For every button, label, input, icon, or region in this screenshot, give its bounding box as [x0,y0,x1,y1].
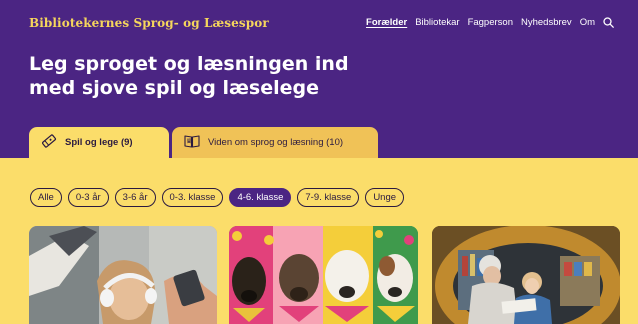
tag-icon [41,133,57,152]
card-dogs-with-bandanas[interactable] [229,226,418,324]
search-icon[interactable] [603,17,614,28]
book-icon [184,134,200,151]
filter-unge[interactable]: Unge [365,188,405,207]
card-image [229,226,418,324]
card-grandmother-reading-with-child[interactable] [432,226,620,324]
page-title-line-1: Leg sproget og læsningen ind [29,53,349,75]
card-girl-with-headphones[interactable] [29,226,217,324]
filter-4-6-klasse[interactable]: 4-6. klasse [229,188,292,207]
page-title-line-2: med sjove spil og læselege [29,77,319,99]
filter-alle[interactable]: Alle [30,188,62,207]
filter-0-3-aar[interactable]: 0-3 år [67,188,109,207]
nav-item-bibliotekar[interactable]: Bibliotekar [415,17,459,28]
card-image [29,226,217,324]
age-filter-bar: Alle 0-3 år 3-6 år 0-3. klasse 4-6. klas… [30,188,405,207]
filter-0-3-klasse[interactable]: 0-3. klasse [161,188,224,207]
site-header: Bibliotekernes Sprog- og Læsespor Foræld… [0,0,638,158]
page-title: Leg sproget og læsningen ind med sjove s… [29,52,349,100]
filter-7-9-klasse[interactable]: 7-9. klasse [297,188,360,207]
site-logo[interactable]: Bibliotekernes Sprog- og Læsespor [29,16,269,30]
nav-item-fagperson[interactable]: Fagperson [468,17,513,28]
nav-item-foraelder[interactable]: Forælder [366,17,407,28]
tab-label: Viden om sprog og læsning (10) [208,137,344,148]
card-image [432,226,620,324]
tab-spil-og-lege[interactable]: Spil og lege (9) [29,127,169,158]
main-nav: Forælder Bibliotekar Fagperson Nyhedsbre… [366,17,614,28]
filter-3-6-aar[interactable]: 3-6 år [114,188,156,207]
nav-item-nyhedsbrev[interactable]: Nyhedsbrev [521,17,572,28]
tab-label: Spil og lege (9) [65,137,133,148]
tab-viden-om-sprog[interactable]: Viden om sprog og læsning (10) [172,127,378,158]
nav-item-om[interactable]: Om [580,17,595,28]
